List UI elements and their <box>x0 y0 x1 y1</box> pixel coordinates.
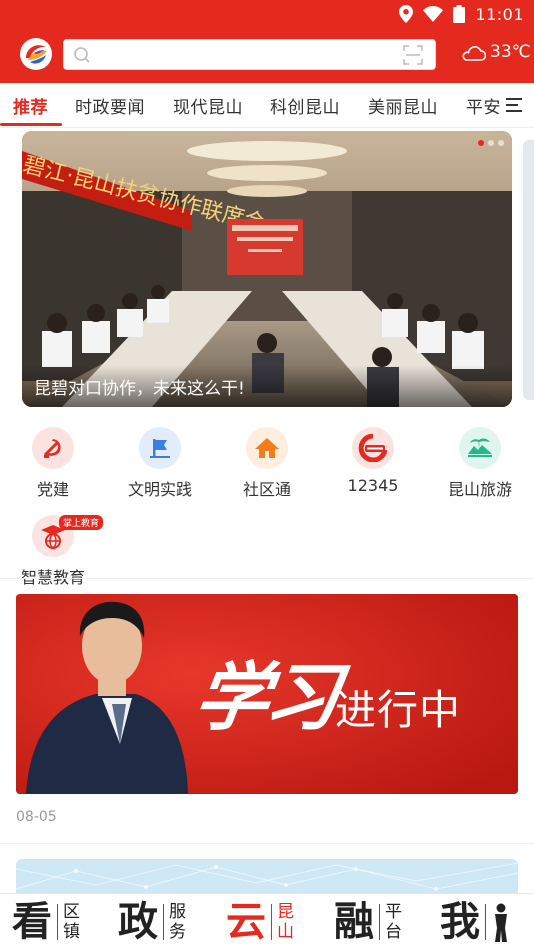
tab-safe-kunshan[interactable]: 平安 <box>466 93 501 118</box>
nav-separator <box>271 904 272 940</box>
shortcut-label: 智慧教育 <box>20 568 85 587</box>
nav-media-platform[interactable]: 融 平 台 <box>334 894 402 949</box>
nav-big-char: 我 <box>440 898 480 945</box>
tab-politics-news[interactable]: 时政要闻 <box>75 93 145 118</box>
nav-separator <box>485 904 486 940</box>
party-emblem-icon <box>32 427 74 469</box>
nav-small-text: 昆 山 <box>277 902 294 942</box>
status-icons: 11:01 <box>399 3 524 25</box>
banner-dot[interactable] <box>488 140 494 146</box>
nav-small-text: 平 台 <box>385 902 402 942</box>
tab-recommend[interactable]: 推荐 <box>13 93 48 118</box>
person-icon <box>495 903 507 942</box>
app-logo[interactable] <box>20 38 52 70</box>
status-bar: 11:01 <box>0 0 534 28</box>
nav-small-char: 服 <box>169 902 186 922</box>
logo-mark-icon <box>21 39 51 69</box>
section-divider <box>0 578 534 579</box>
feature-card[interactable]: 学习 进行中 <box>16 594 518 794</box>
status-time: 11:01 <box>475 4 524 24</box>
shortcut-label: 党建 <box>36 480 69 499</box>
search-input[interactable] <box>98 44 388 66</box>
feature-subtitle: 进行中 <box>335 686 461 734</box>
smart-education-badge: 掌上教育 <box>59 515 104 530</box>
feature-date: 08-05 <box>16 809 57 825</box>
search-icon <box>74 47 90 63</box>
battery-icon <box>453 5 466 23</box>
next-banner-peek[interactable] <box>523 140 534 400</box>
shortcut-party-building[interactable]: 党建 <box>3 427 103 507</box>
bottom-navigation: 看 区 镇 政 服 务 云 昆 山 融 平 台 我 <box>0 893 534 949</box>
nav-small-char: 山 <box>277 922 294 942</box>
wifi-icon <box>423 6 444 22</box>
news-banner[interactable]: 碧江·昆山扶贫协作联席会 昆碧对口协作，未来这么干! <box>22 131 512 407</box>
shortcut-civilization-practice[interactable]: 文明实践 <box>110 427 210 507</box>
shortcut-hotline-12345[interactable]: 12345 <box>323 427 423 507</box>
nav-separator <box>163 904 164 940</box>
tab-beautiful-kunshan[interactable]: 美丽昆山 <box>368 93 438 118</box>
tab-innovation-kunshan[interactable]: 科创昆山 <box>270 93 340 118</box>
scan-icon[interactable] <box>403 45 423 65</box>
nav-small-char: 镇 <box>63 922 80 942</box>
hotline-12345-icon <box>352 427 394 469</box>
nav-small-char: 台 <box>385 922 402 942</box>
nav-government-services[interactable]: 政 服 务 <box>118 894 186 949</box>
nav-look-towns[interactable]: 看 区 镇 <box>12 894 80 949</box>
house-icon <box>246 427 288 469</box>
nav-small-text: 服 务 <box>169 902 186 942</box>
shortcut-label: 文明实践 <box>127 480 192 499</box>
banner-dot[interactable] <box>478 140 484 146</box>
nav-big-char: 政 <box>118 898 158 945</box>
banner-caption-overlay: 昆碧对口协作，未来这么干! <box>22 365 512 407</box>
nav-cloud-kunshan[interactable]: 云 昆 山 <box>226 894 294 949</box>
shortcut-kunshan-travel[interactable]: 昆山旅游 <box>430 427 530 507</box>
active-tab-indicator <box>0 123 62 126</box>
nav-small-char: 务 <box>169 922 186 942</box>
nav-small-char: 区 <box>63 902 80 922</box>
cloud-icon <box>462 46 486 61</box>
nav-big-char: 云 <box>226 898 266 945</box>
nav-big-char: 融 <box>334 898 374 945</box>
shortcut-community[interactable]: 社区通 <box>217 427 317 507</box>
nav-separator <box>379 904 380 940</box>
top-header: 11:01 33℃ <box>0 0 534 83</box>
feature-title: 学习 <box>189 655 342 741</box>
nav-me[interactable]: 我 <box>440 894 511 949</box>
section-divider <box>0 843 534 844</box>
location-icon <box>399 5 414 23</box>
tab-modern-kunshan[interactable]: 现代昆山 <box>173 93 243 118</box>
island-icon <box>459 427 501 469</box>
flag-icon <box>139 427 181 469</box>
banner-caption: 昆碧对口协作，未来这么干! <box>34 379 245 399</box>
search-bar[interactable] <box>63 39 436 70</box>
banner-dot[interactable] <box>498 140 504 146</box>
nav-separator <box>57 904 58 940</box>
nav-big-char: 看 <box>12 898 52 945</box>
nav-small-char: 平 <box>385 902 402 922</box>
category-tabs: 推荐 时政要闻 现代昆山 科创昆山 美丽昆山 平安 <box>0 83 534 128</box>
weather-temperature: 33℃ <box>490 42 531 62</box>
banner-pagination <box>478 140 504 146</box>
nav-small-text: 区 镇 <box>63 902 80 942</box>
nav-small-char: 昆 <box>277 902 294 922</box>
shortcut-label: 12345 <box>347 476 399 495</box>
shortcut-label: 社区通 <box>242 480 291 499</box>
weather-widget[interactable]: 33℃ <box>460 42 531 62</box>
app-screen: 11:01 33℃ 推荐 时政要闻 现代昆山 科创昆山 美丽昆山 平安 碧江·昆… <box>0 0 534 949</box>
shortcut-label: 昆山旅游 <box>447 480 512 499</box>
tab-menu-icon[interactable] <box>504 96 524 114</box>
